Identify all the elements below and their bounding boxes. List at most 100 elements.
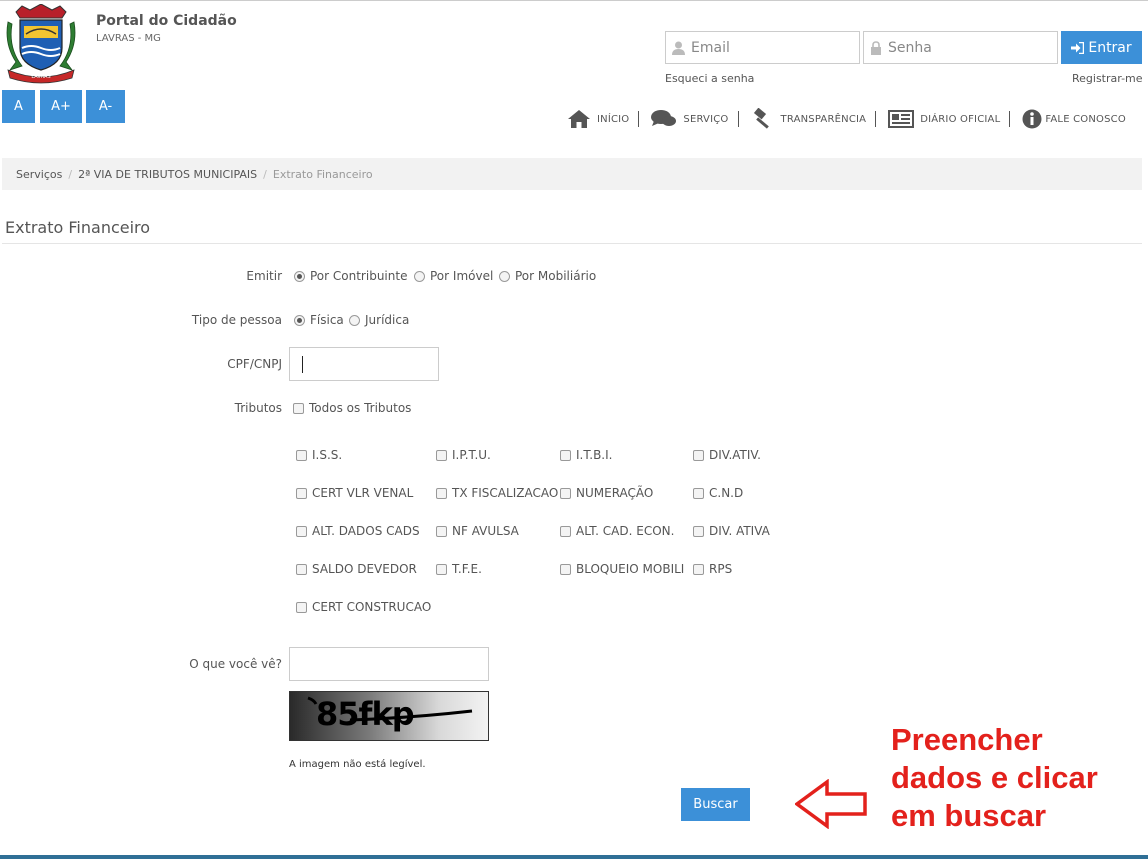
- checkbox-tributo[interactable]: NUMERAÇÃO: [560, 486, 653, 500]
- radio-button[interactable]: [414, 270, 425, 282]
- checkbox-tributo[interactable]: TX FISCALIZACAO: [436, 486, 558, 500]
- radio-por-mobiliario[interactable]: Por Mobiliário: [499, 269, 596, 283]
- nav-divider: [737, 111, 739, 127]
- checkbox[interactable]: [296, 563, 307, 575]
- checkbox[interactable]: [693, 563, 704, 575]
- instruction-annotation: Preencher dados e clicar em buscar: [891, 721, 1098, 835]
- checkbox-tributo[interactable]: I.P.T.U.: [436, 448, 491, 462]
- breadcrumb: Serviços / 2ª VIA DE TRIBUTOS MUNICIPAIS…: [2, 158, 1142, 190]
- nav-divider: [638, 111, 640, 127]
- checkbox[interactable]: [436, 449, 447, 461]
- checkbox-tributo[interactable]: NF AVULSA: [436, 524, 519, 538]
- checkbox-label: CERT CONSTRUCAO: [312, 600, 432, 614]
- footer-bar: [0, 855, 1148, 859]
- checkbox-tributo[interactable]: ALT. CAD. ECON.: [560, 524, 674, 538]
- breadcrumb-separator: /: [263, 167, 267, 181]
- checkbox-tributo[interactable]: ALT. DADOS CADS: [296, 524, 420, 538]
- info-icon: [1022, 109, 1042, 129]
- checkbox-label: SALDO DEVEDOR: [312, 562, 417, 576]
- radio-por-contribuinte[interactable]: Por Contribuinte: [294, 269, 407, 283]
- checkbox-tributo[interactable]: T.F.E.: [436, 562, 482, 576]
- radio-juridica[interactable]: Jurídica: [349, 313, 409, 327]
- nav-label: INÍCIO: [597, 113, 630, 125]
- comments-icon: [651, 110, 677, 126]
- checkbox[interactable]: [560, 563, 571, 575]
- nav-item-diario-oficial[interactable]: DIÁRIO OFICIAL: [888, 110, 1000, 128]
- breadcrumb-tributos[interactable]: 2ª VIA DE TRIBUTOS MUNICIPAIS: [78, 168, 257, 181]
- captcha-input[interactable]: [289, 647, 489, 681]
- checkbox[interactable]: [293, 402, 304, 414]
- portal-title: Portal do Cidadão: [96, 13, 237, 29]
- checkbox-tributo[interactable]: I.S.S.: [296, 448, 342, 462]
- password-field[interactable]: Senha: [863, 31, 1058, 64]
- checkbox[interactable]: [693, 525, 704, 537]
- search-button[interactable]: Buscar: [681, 788, 750, 821]
- annotation-line: Preencher: [891, 722, 1043, 757]
- checkbox-tributo[interactable]: DIV. ATIVA: [693, 524, 770, 538]
- radio-button[interactable]: [499, 270, 510, 282]
- font-reset-button[interactable]: A: [2, 90, 35, 123]
- forgot-password-link[interactable]: Esqueci a senha: [665, 72, 754, 85]
- checkbox-label: DIV. ATIVA: [709, 524, 770, 538]
- text-caret: [302, 356, 303, 373]
- checkbox-tributo[interactable]: CERT VLR VENAL: [296, 486, 413, 500]
- emitir-label: Emitir: [246, 269, 282, 283]
- checkbox[interactable]: [693, 449, 704, 461]
- newspaper-icon: [888, 110, 915, 128]
- page-title: Extrato Financeiro: [5, 218, 151, 237]
- checkbox[interactable]: [436, 525, 447, 537]
- nav-item-servico[interactable]: SERVIÇO: [651, 109, 728, 129]
- font-decrease-button[interactable]: A-: [86, 90, 125, 123]
- checkbox[interactable]: [560, 449, 571, 461]
- checkbox-tributo[interactable]: I.T.B.I.: [560, 448, 612, 462]
- nav-label: FALE CONOSCO: [1045, 113, 1126, 125]
- checkbox[interactable]: [296, 449, 307, 461]
- checkbox[interactable]: [436, 487, 447, 499]
- nav-divider: [1009, 111, 1011, 127]
- checkbox[interactable]: [560, 487, 571, 499]
- cpf-cnpj-input[interactable]: [289, 347, 439, 381]
- radio-label: Por Contribuinte: [310, 269, 408, 283]
- title-divider: [2, 243, 1142, 244]
- captcha-refresh-link[interactable]: A imagem não está legível.: [289, 759, 426, 770]
- register-link[interactable]: Registrar-me: [1072, 72, 1143, 85]
- checkbox-label: TX FISCALIZACAO: [452, 486, 559, 500]
- nav-divider: [875, 111, 877, 127]
- checkbox[interactable]: [296, 525, 307, 537]
- annotation-line: em buscar: [891, 798, 1047, 833]
- lock-icon: [871, 40, 881, 55]
- checkbox-label: T.F.E.: [452, 562, 482, 576]
- radio-button[interactable]: [349, 314, 360, 326]
- checkbox-label: CERT VLR VENAL: [312, 486, 414, 500]
- breadcrumb-servicos[interactable]: Serviços: [16, 168, 62, 181]
- nav-item-inicio[interactable]: INÍCIO: [567, 109, 629, 129]
- checkbox[interactable]: [296, 601, 307, 613]
- gavel-icon: [753, 108, 769, 129]
- radio-por-imovel[interactable]: Por Imóvel: [414, 269, 493, 283]
- radio-fisica[interactable]: Física: [294, 313, 344, 327]
- captcha-noise-line: [307, 696, 473, 722]
- nav-item-transparencia[interactable]: TRANSPARÊNCIA: [751, 108, 867, 130]
- nav-item-fale-conosco[interactable]: FALE CONOSCO: [1022, 109, 1126, 129]
- radio-button[interactable]: [294, 270, 305, 282]
- login-button[interactable]: Entrar: [1061, 31, 1142, 64]
- checkbox-label: Todos os Tributos: [309, 401, 412, 415]
- font-increase-button[interactable]: A+: [40, 90, 82, 123]
- checkbox[interactable]: [436, 563, 447, 575]
- checkbox[interactable]: [560, 525, 571, 537]
- checkbox-todos-tributos[interactable]: Todos os Tributos: [293, 401, 411, 415]
- checkbox-tributo[interactable]: C.N.D: [693, 486, 743, 500]
- checkbox-tributo[interactable]: SALDO DEVEDOR: [296, 562, 417, 576]
- radio-button[interactable]: [294, 314, 305, 326]
- checkbox-tributo[interactable]: BLOQUEIO MOBILI: [560, 562, 684, 576]
- email-field[interactable]: Email: [665, 31, 860, 64]
- checkbox-label: I.T.B.I.: [576, 448, 613, 462]
- checkbox-tributo[interactable]: CERT CONSTRUCAO: [296, 600, 431, 614]
- checkbox-tributo[interactable]: DIV.ATIV.: [693, 448, 761, 462]
- lavras-coat-of-arms-logo[interactable]: LAVRAS: [4, 4, 78, 84]
- annotation-line: dados e clicar: [891, 760, 1098, 795]
- checkbox[interactable]: [693, 487, 704, 499]
- checkbox[interactable]: [296, 487, 307, 499]
- checkbox-tributo[interactable]: RPS: [693, 562, 732, 576]
- cpf-label: CPF/CNPJ: [227, 357, 282, 371]
